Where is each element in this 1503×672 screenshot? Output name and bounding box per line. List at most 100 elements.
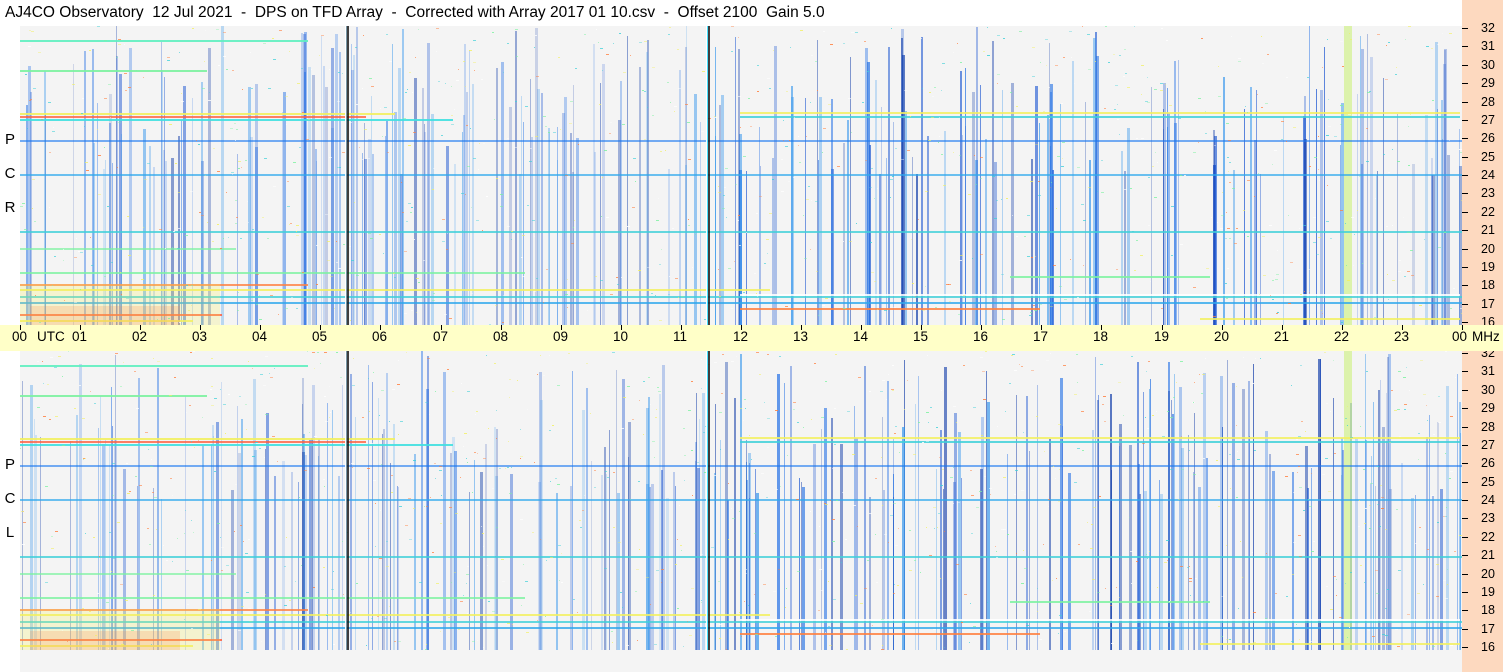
noise-speck <box>413 132 416 133</box>
noise-speck <box>306 139 309 140</box>
noise-speck <box>146 114 149 115</box>
spectrogram-streak <box>601 475 603 650</box>
noise-speck <box>89 50 91 51</box>
noise-speck <box>1206 268 1209 269</box>
noise-speck <box>618 542 621 543</box>
noise-speck <box>447 233 448 234</box>
noise-speck <box>1449 478 1451 479</box>
noise-speck <box>193 351 195 352</box>
spectrogram-streak <box>1382 427 1385 650</box>
noise-speck <box>467 166 470 167</box>
noise-speck <box>167 60 170 61</box>
noise-speck <box>1379 526 1381 527</box>
frequency-band <box>20 119 453 121</box>
noise-speck <box>198 440 199 441</box>
noise-speck <box>895 545 898 546</box>
spectrogram-streak <box>463 115 465 325</box>
noise-speck <box>1030 312 1032 313</box>
noise-speck <box>985 351 987 352</box>
noise-speck <box>1359 500 1360 501</box>
noise-speck <box>240 238 242 239</box>
noise-speck <box>867 71 869 72</box>
noise-speck <box>407 89 408 90</box>
noise-speck <box>661 582 662 583</box>
noise-speck <box>517 380 518 381</box>
rcp-label-letter: P <box>4 131 15 148</box>
noise-speck <box>329 417 330 418</box>
noise-speck <box>1377 34 1380 35</box>
spectrogram-streak <box>364 123 365 325</box>
rcp-frequency-axis: 32 31 30 29 28 27 26 25 24 23 22 21 20 19 18 17 16 <box>1462 0 1503 329</box>
noise-speck <box>1001 274 1004 275</box>
noise-speck <box>735 184 737 185</box>
noise-speck <box>217 224 219 225</box>
noise-speck <box>120 272 121 273</box>
noise-speck <box>661 249 662 250</box>
noise-speck <box>1027 215 1030 216</box>
noise-speck <box>127 216 129 217</box>
noise-speck <box>209 92 210 93</box>
noise-speck <box>938 142 939 143</box>
noise-speck <box>627 386 630 387</box>
noise-speck <box>366 645 367 646</box>
frequency-band <box>20 174 1462 176</box>
noise-speck <box>975 184 977 185</box>
noise-speck <box>1432 100 1434 101</box>
noise-speck <box>439 466 442 467</box>
noise-speck <box>1136 138 1138 139</box>
noise-speck <box>436 51 437 52</box>
time-tick-label: 06 <box>372 329 388 344</box>
noise-speck <box>432 189 434 190</box>
noise-speck <box>660 151 662 152</box>
noise-speck <box>249 621 252 622</box>
noise-speck <box>642 90 644 91</box>
noise-speck <box>111 262 113 263</box>
noise-speck <box>286 537 287 538</box>
noise-speck <box>1431 48 1433 49</box>
time-tick-label: 23 <box>1394 329 1410 344</box>
noise-speck <box>1129 517 1130 518</box>
noise-speck <box>785 607 786 608</box>
noise-speck <box>552 425 554 426</box>
noise-speck <box>274 368 275 369</box>
spectrogram-streak <box>883 490 885 650</box>
noise-speck <box>228 394 230 395</box>
noise-speck <box>848 98 851 99</box>
spectrogram-streak <box>298 482 299 650</box>
noise-speck <box>1222 192 1223 193</box>
frequency-tick <box>1462 482 1468 483</box>
noise-speck <box>1426 46 1429 47</box>
noise-speck <box>225 433 226 434</box>
noise-speck <box>474 70 475 71</box>
noise-speck <box>265 356 268 357</box>
noise-speck <box>1262 236 1265 237</box>
noise-speck <box>492 32 494 33</box>
frequency-tick <box>1462 157 1468 158</box>
noise-speck <box>929 555 932 556</box>
spectrogram-streak <box>902 427 905 650</box>
noise-speck <box>1365 508 1367 509</box>
noise-speck <box>767 253 768 254</box>
spectrogram-streak <box>740 354 742 650</box>
noise-speck <box>1023 432 1024 433</box>
noise-speck <box>922 88 923 89</box>
noise-speck <box>191 305 192 306</box>
noise-speck <box>169 395 172 396</box>
noise-speck <box>1281 139 1283 140</box>
noise-speck <box>1420 360 1423 361</box>
noise-speck <box>1303 510 1305 511</box>
noise-speck <box>384 618 387 619</box>
noise-speck <box>1090 548 1093 549</box>
noise-speck <box>1232 188 1235 189</box>
noise-speck <box>1437 522 1439 523</box>
noise-speck <box>1240 541 1241 542</box>
noise-speck <box>143 227 144 228</box>
noise-speck <box>1322 67 1323 68</box>
noise-speck <box>458 69 459 70</box>
noise-speck <box>440 631 441 632</box>
noise-speck <box>464 433 467 434</box>
spectrogram-streak <box>960 71 962 325</box>
noise-speck <box>1062 158 1063 159</box>
frequency-tick-label: 32 <box>1481 21 1495 35</box>
spectrogram-streak <box>304 72 306 325</box>
